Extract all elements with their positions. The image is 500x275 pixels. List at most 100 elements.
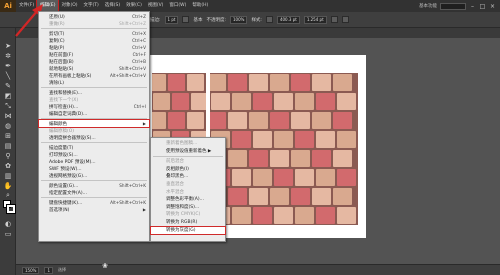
- eyeshadow-tile: [333, 150, 352, 167]
- edit-menu-item[interactable]: 描边度量(T): [39, 144, 149, 151]
- edit-menu-item[interactable]: 在所有画板上粘贴(S) Alt+Shift+Ctrl+V: [39, 72, 149, 79]
- edit-menu-item[interactable]: 指定配置文件(A)...: [39, 189, 149, 196]
- eyeshadow-tile: [228, 74, 247, 91]
- eyeshadow-tile: [333, 74, 352, 91]
- x-field[interactable]: 400.3 pt: [276, 15, 300, 24]
- color-submenu-item[interactable]: 前后混合: [151, 158, 225, 165]
- menu-item-label: Adobe PDF 预设(M)...: [49, 159, 96, 165]
- eyeshadow-image-right[interactable]: [210, 73, 358, 225]
- menu-item-label: 打印预设(S)...: [49, 152, 78, 158]
- edit-menu-item[interactable]: 复制(C) Ctrl+C: [39, 37, 149, 44]
- edit-menu-item[interactable]: 还原(U) Ctrl+Z: [39, 13, 149, 20]
- edit-menu-item[interactable]: 贴在后面(B) Ctrl+B: [39, 58, 149, 65]
- edit-menu-item[interactable]: 粘贴(P) Ctrl+V: [39, 44, 149, 51]
- symbol-sprayer-icon[interactable]: ✿: [3, 162, 13, 170]
- menu-item-label: 编辑颜色: [49, 121, 67, 127]
- edit-menu-item[interactable]: 颜色设置(G)... Shift+Ctrl+K: [39, 182, 149, 189]
- edit-menu-item[interactable]: 就地粘贴(S) Shift+Ctrl+V: [39, 65, 149, 72]
- eyeshadow-tile: [312, 74, 331, 91]
- edit-menu-item[interactable]: 编辑原稿(O): [39, 127, 149, 134]
- artboard-nav-field[interactable]: 1: [44, 266, 53, 274]
- pen-tool-icon[interactable]: ✒: [3, 62, 13, 70]
- menu-item-label: 查找下一个(X): [49, 97, 79, 103]
- color-submenu-item[interactable]: 转换为灰度(G): [150, 225, 226, 235]
- menu-separator: [41, 87, 147, 88]
- brush-label[interactable]: 基本: [193, 17, 202, 23]
- edit-menu-item[interactable]: 查找和替换(E)...: [39, 89, 149, 96]
- style-label: 样式:: [251, 17, 262, 23]
- eyedropper-icon[interactable]: ⚲: [3, 152, 13, 160]
- edit-menu-item[interactable]: 透视网格预设(G)...: [39, 172, 149, 179]
- gradient-tool-icon[interactable]: ▤: [3, 142, 13, 150]
- edit-menu-item[interactable]: 编辑颜色 ▶: [38, 119, 150, 128]
- align-icon[interactable]: [330, 16, 338, 23]
- style-swatch-icon[interactable]: [265, 16, 273, 23]
- color-submenu-item[interactable]: 调整饱和度(S)...: [151, 204, 225, 211]
- edit-menu-item[interactable]: SWF 预设(W)...: [39, 165, 149, 172]
- color-submenu-item[interactable]: 叠印黑色...: [151, 173, 225, 180]
- menu-window[interactable]: 窗口(W): [166, 0, 189, 12]
- edit-colors-submenu: 重新着色图稿... 使用预设值重新着色 ▶ 前后混合 反相颜色(I) 叠印黑色... 垂直…: [150, 137, 226, 242]
- eyeshadow-tile: [295, 169, 314, 186]
- menu-item-label: 首选项(N): [49, 207, 70, 213]
- eyeshadow-tile: [187, 74, 204, 91]
- close-icon[interactable]: ×: [489, 3, 496, 10]
- color-submenu-item[interactable]: 转换为 CMYK(C): [151, 211, 225, 218]
- eraser-tool-icon[interactable]: ◩: [3, 92, 13, 100]
- edit-menu-item[interactable]: 编辑自定词典(D)...: [39, 110, 149, 117]
- screen-mode-icon[interactable]: ▭: [3, 230, 13, 238]
- menu-item-label: 贴在前面(F): [49, 52, 74, 58]
- selection-tool-icon[interactable]: ➤: [3, 42, 13, 50]
- zoom-field[interactable]: 150%: [22, 266, 40, 274]
- edit-menu-item[interactable]: 剪切(T) Ctrl+X: [39, 30, 149, 37]
- draw-mode-icon[interactable]: ◐: [3, 220, 13, 228]
- edit-menu-item[interactable]: 打印预设(S)...: [39, 151, 149, 158]
- edit-menu-item[interactable]: 贴在前面(F) Ctrl+F: [39, 51, 149, 58]
- minimize-icon[interactable]: –: [469, 3, 476, 10]
- graph-tool-icon[interactable]: ▥: [3, 172, 13, 180]
- menu-item-label: SWF 预设(W)...: [49, 166, 82, 172]
- search-input[interactable]: [440, 2, 466, 10]
- menu-item-label: 粘贴(P): [49, 45, 65, 51]
- eyeshadow-tile: [337, 169, 356, 186]
- color-submenu-item[interactable]: 使用预设值重新着色 ▶: [151, 148, 225, 155]
- stroke-weight-field[interactable]: 1 pt: [164, 15, 179, 24]
- color-submenu-item[interactable]: 调整色彩平衡(A)...: [151, 196, 225, 203]
- color-submenu-item[interactable]: 转换为 RGB(R): [151, 219, 225, 226]
- edit-menu-item[interactable]: 查找下一个(X): [39, 96, 149, 103]
- edit-menu-item[interactable]: 首选项(N) ▶: [39, 206, 149, 213]
- menu-item-label: 编辑自定词典(D)...: [49, 111, 88, 117]
- zoom-tool-icon[interactable]: ⌕: [3, 191, 13, 199]
- color-submenu-item[interactable]: 反相颜色(I): [151, 166, 225, 173]
- transform-icon[interactable]: [341, 16, 349, 23]
- shape-builder-icon[interactable]: ◍: [3, 122, 13, 130]
- mesh-tool-icon[interactable]: ⊞: [3, 132, 13, 140]
- opacity-field[interactable]: 100%: [230, 15, 248, 24]
- eyeshadow-tile: [337, 93, 356, 110]
- edit-menu-item[interactable]: 透明度拼合器预设(S)...: [39, 134, 149, 141]
- y-field[interactable]: 1.254 pt: [303, 15, 327, 24]
- brush-tool-icon[interactable]: ✎: [3, 82, 13, 90]
- eyeshadow-tile: [168, 112, 185, 129]
- edit-menu-item[interactable]: 拼写检查(H)... Ctrl+I: [39, 103, 149, 110]
- edit-menu-item[interactable]: 重做(R) Shift+Ctrl+Z: [39, 20, 149, 27]
- stroke-style-icon[interactable]: [182, 16, 190, 23]
- workspace-label[interactable]: 基本功能: [419, 3, 437, 9]
- edit-menu-item[interactable]: 键盘快捷键(K)... Alt+Shift+Ctrl+K: [39, 199, 149, 206]
- menu-item-shortcut: Ctrl+B: [132, 59, 146, 64]
- stroke-swatch[interactable]: [6, 204, 16, 214]
- color-submenu-item[interactable]: 垂直混合: [151, 181, 225, 188]
- color-submenu-item[interactable]: 重新着色图稿...: [151, 140, 225, 147]
- edit-menu-item[interactable]: Adobe PDF 预设(M)...: [39, 158, 149, 165]
- magic-wand-icon[interactable]: ✲: [3, 52, 13, 60]
- menu-help[interactable]: 帮助(H): [189, 0, 211, 12]
- edit-menu-item[interactable]: 清除(L): [39, 79, 149, 86]
- fill-stroke-swatches[interactable]: [3, 200, 16, 214]
- color-submenu-item[interactable]: 水平混合: [151, 189, 225, 196]
- scale-tool-icon[interactable]: ⤡: [3, 102, 13, 110]
- line-tool-icon[interactable]: ╲: [3, 72, 13, 80]
- maximize-icon[interactable]: □: [479, 3, 486, 10]
- hand-tool-icon[interactable]: ✋: [3, 182, 13, 190]
- width-tool-icon[interactable]: ⋈: [3, 112, 13, 120]
- current-tool-label: 选择: [57, 267, 66, 272]
